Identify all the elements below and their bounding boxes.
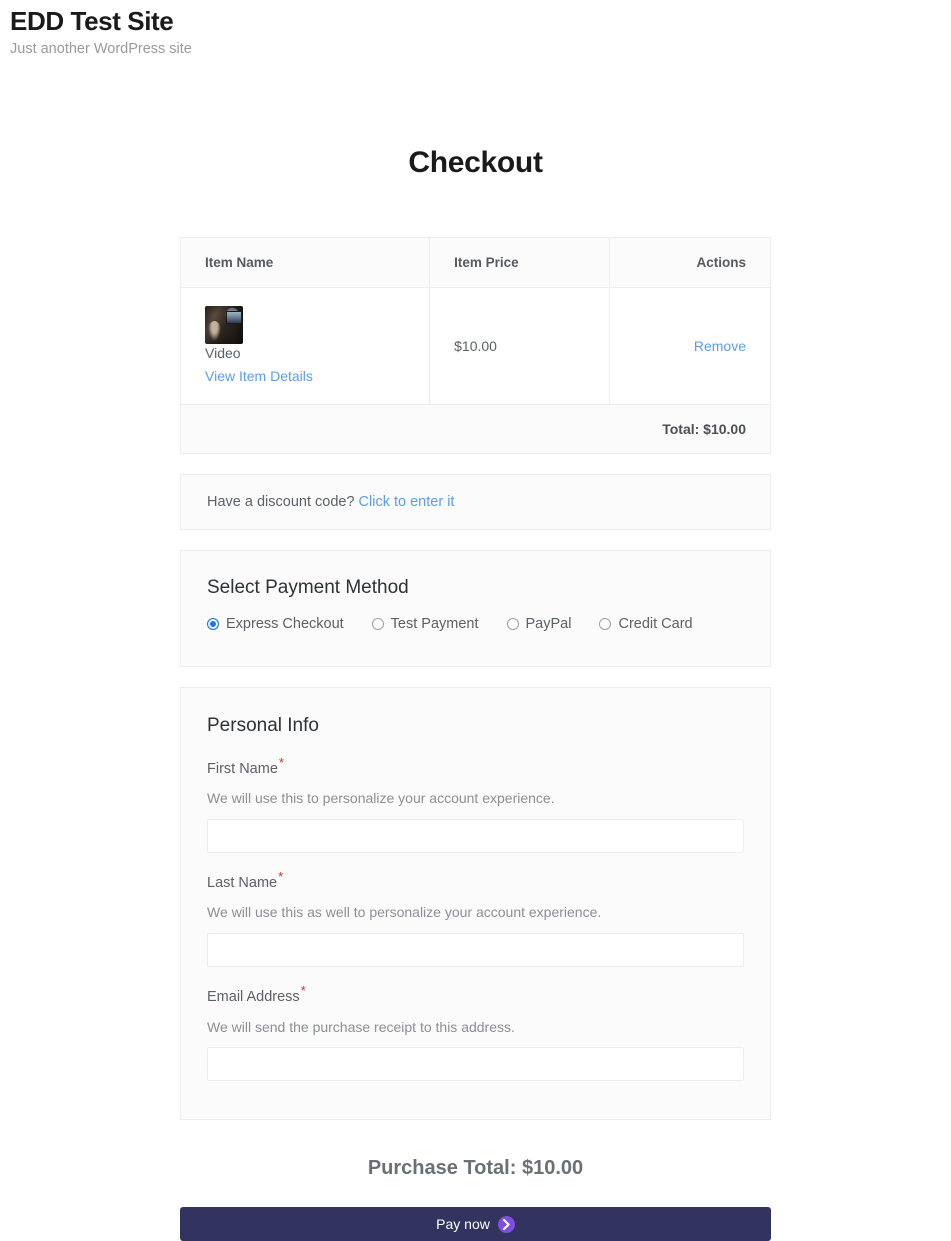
payment-method-heading: Select Payment Method: [207, 576, 409, 598]
payment-method-section: Select Payment Method Express Checkout T…: [180, 549, 771, 667]
column-header-item-price: Item Price: [429, 237, 611, 289]
required-marker-icon: *: [300, 983, 306, 999]
personal-info-heading: Personal Info: [207, 714, 319, 736]
gateway-label: Test Payment: [390, 615, 479, 632]
email-address-field-group: Email Address* We will send the purchase…: [207, 984, 744, 1082]
cart-item-cell: Video View Item Details: [180, 287, 431, 405]
email-address-label-text: Email Address: [207, 989, 300, 1006]
checkout-form: Item Name Item Price Actions Video View …: [180, 180, 771, 1241]
gateway-option-test-payment[interactable]: Test Payment: [371, 615, 479, 632]
remove-item-link[interactable]: Remove: [694, 338, 746, 354]
enter-discount-link[interactable]: Click to enter it: [359, 494, 455, 510]
email-address-description: We will send the purchase receipt to thi…: [207, 1018, 515, 1035]
personal-info-section: Personal Info First Name* We will use th…: [180, 686, 771, 1121]
gateway-option-credit-card[interactable]: Credit Card: [599, 615, 693, 632]
first-name-description: We will use this to personalize your acc…: [207, 790, 555, 807]
cart-table-head: Item Name Item Price Actions: [180, 237, 771, 289]
cart-table-foot: Total: $10.00: [180, 404, 771, 454]
pay-now-button[interactable]: Pay now: [180, 1207, 771, 1241]
radio-button-icon[interactable]: [207, 617, 219, 630]
first-name-label-text: First Name: [207, 760, 278, 777]
site-tagline: Just another WordPress site: [10, 40, 192, 57]
radio-button-icon[interactable]: [506, 617, 519, 630]
table-row: Video View Item Details $10.00 Remove: [180, 287, 771, 405]
discount-section: Have a discount code? Click to enter it: [180, 473, 771, 530]
email-address-input[interactable]: [207, 1047, 744, 1082]
table-header-row: Item Name Item Price Actions: [180, 237, 771, 289]
product-thumbnail-icon[interactable]: [205, 306, 243, 345]
last-name-label-text: Last Name: [207, 875, 278, 892]
pay-now-button-label: Pay now: [436, 1216, 490, 1233]
first-name-input[interactable]: [207, 819, 744, 854]
gateway-option-express-checkout[interactable]: Express Checkout: [207, 616, 344, 632]
cart-item-name: Video: [205, 345, 241, 362]
last-name-input[interactable]: [207, 933, 744, 968]
paypal-chevron-icon: [497, 1215, 515, 1233]
cart-table: Item Name Item Price Actions Video View …: [180, 237, 771, 454]
cart-item-actions-cell: Remove: [609, 287, 771, 405]
view-item-details-link[interactable]: View Item Details: [205, 367, 405, 386]
last-name-field-group: Last Name* We will use this as well to p…: [207, 870, 744, 968]
required-marker-icon: *: [278, 755, 284, 771]
email-address-label: Email Address*: [207, 984, 744, 1006]
cart-total-label: Total: $10.00: [180, 404, 771, 454]
pay-button-row: Pay now: [180, 1180, 771, 1241]
cart-table-body: Video View Item Details $10.00 Remove: [180, 287, 771, 405]
radio-button-icon[interactable]: [371, 617, 384, 630]
last-name-label: Last Name*: [207, 870, 744, 892]
first-name-field-group: First Name* We will use this to personal…: [207, 756, 744, 854]
last-name-description: We will use this as well to personalize …: [207, 904, 602, 921]
required-marker-icon: *: [278, 869, 284, 885]
cart-item-price: $10.00: [429, 287, 611, 405]
discount-prompt-text: Have a discount code?: [207, 493, 355, 510]
cart-total-row: Total: $10.00: [180, 404, 771, 454]
gateway-label: Express Checkout: [226, 615, 344, 632]
radio-button-icon[interactable]: [599, 617, 612, 630]
purchase-total-label: Purchase Total: $10.00: [367, 1157, 584, 1180]
gateway-label: Credit Card: [618, 615, 693, 632]
column-header-actions: Actions: [609, 237, 771, 289]
site-title[interactable]: EDD Test Site: [10, 6, 951, 37]
column-header-item-name: Item Name: [180, 237, 431, 289]
first-name-label: First Name*: [207, 756, 744, 778]
payment-gateway-list: Express Checkout Test Payment PayPal Cre…: [207, 616, 744, 632]
gateway-option-paypal[interactable]: PayPal: [506, 615, 572, 632]
page-title: Checkout: [408, 146, 543, 180]
gateway-label: PayPal: [525, 615, 572, 632]
main-content: Checkout Item Name Item Price Actions Vi…: [0, 58, 951, 1241]
site-header: EDD Test Site Just another WordPress sit…: [0, 0, 951, 58]
